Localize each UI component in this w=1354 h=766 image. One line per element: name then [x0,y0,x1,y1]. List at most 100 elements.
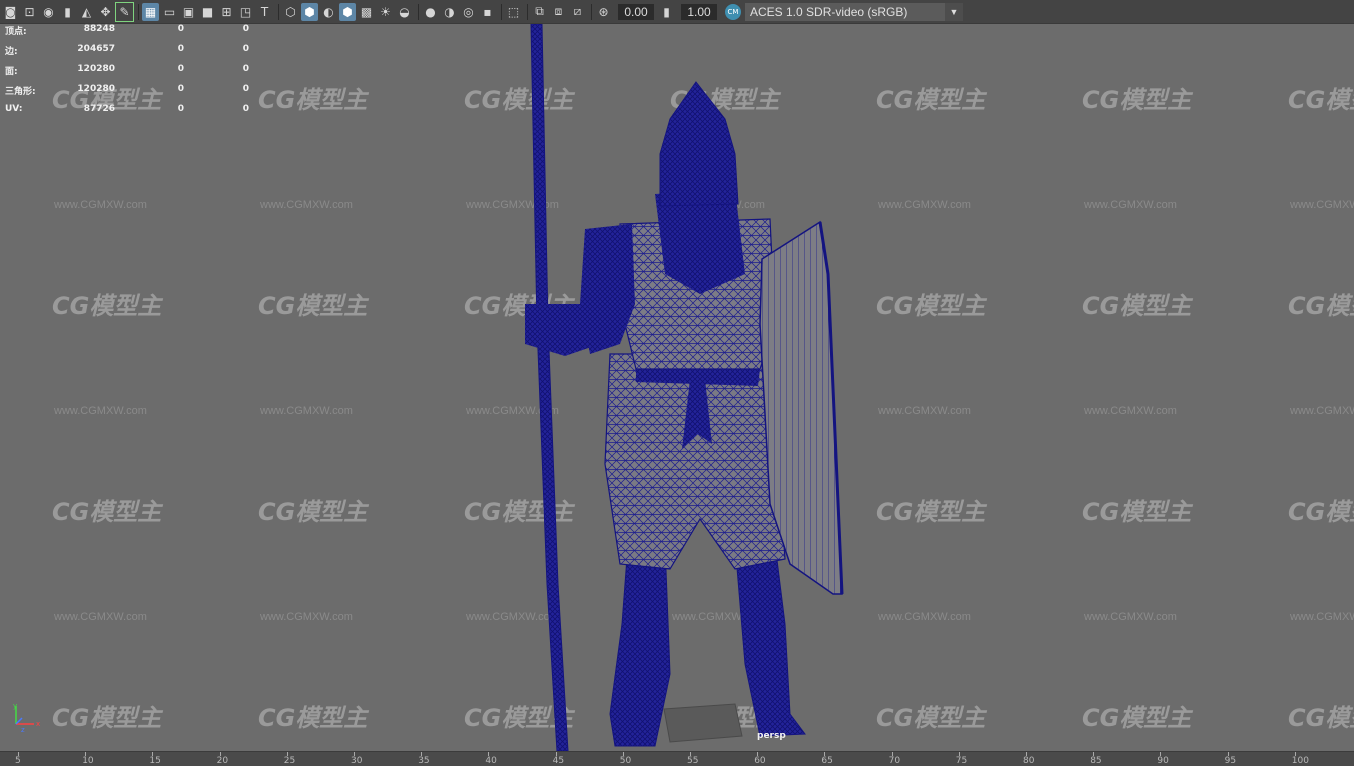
panel-toolbar: ◙ ⊡ ◉ ▮ ◭ ✥ ✎ ▦ ▭ ▣ ■ ⊞ ◳ T ⬡ ⬢ ◐ ⬢ ▩ ☀ … [0,0,1354,24]
wireframe-icon[interactable]: ⬡ [282,3,299,21]
camera-select-icon[interactable]: ◙ [2,3,19,21]
axis-z-icon [15,717,23,725]
timeline-tick-label: 5 [15,756,21,766]
gamma-reset-icon[interactable]: ▮ [658,3,675,21]
shadows-icon[interactable]: ◒ [396,3,413,21]
exposure-field[interactable]: 0.00 [618,3,654,20]
gamma-field[interactable]: 1.00 [681,3,717,20]
timeline-tick-label: 35 [418,756,430,766]
poly-count-hud: 顶点: 88248 0 0 边: 204657 0 0 面: 120280 0 0 三角形: 120280… [5,24,265,124]
wireframe-on-shaded-icon[interactable]: ⬢ [339,2,356,21]
left-hand [525,304,600,356]
timeline-tick-label: 100 [1291,756,1309,766]
hud-label: 边: [5,47,18,57]
timeline-tick-label: 50 [619,756,632,766]
timeline-tick-label: 90 [1157,756,1169,766]
timeline-tick-label: 60 [754,756,766,766]
color-management-icon[interactable]: CM [725,3,741,20]
hud-row: 边: 204657 0 0 [5,44,265,64]
hud-value: 0 [177,104,184,114]
hud-row: UV: 87726 0 0 [5,104,265,124]
time-slider[interactable]: 5 10 15 20 25 30 35 40 45 50 55 60 65 70 75 80 85 90 95 100 [0,751,1354,766]
isolate-select-icon[interactable]: ⬚ [505,3,522,21]
timeline-tick-label: 20 [216,756,229,766]
chevron-down-icon[interactable]: ▼ [945,2,963,21]
field-chart-icon[interactable]: ⊞ [218,3,235,21]
timeline-tick-label: 80 [1023,756,1035,766]
timeline-tick-label: 40 [485,756,497,766]
safe-action-icon[interactable]: ◳ [237,3,254,21]
safe-title-icon[interactable]: T [256,3,273,21]
timeline-tick-label: 45 [552,756,565,766]
gate-mask-icon[interactable]: ■ [199,3,216,21]
timeline-tick-label: 15 [149,756,161,766]
hud-value: 120280 [77,84,115,94]
timeline-tick-label: 75 [955,756,968,766]
hud-value: 0 [177,64,184,74]
hud-value: 87726 [83,104,115,114]
timeline-tick-label: 95 [1224,756,1237,766]
hud-value: 0 [242,44,249,54]
depth-of-field-icon[interactable]: ▪ [479,3,496,21]
toolbar-separator [501,3,502,20]
ground-shadow [663,703,743,743]
toolbar-separator [591,3,592,20]
hud-label: UV: [5,104,23,114]
timeline-tick-label: 25 [283,756,296,766]
hud-value: 0 [177,84,184,94]
hud-value: 0 [242,24,249,34]
screen-space-ao-icon[interactable]: ● [422,3,439,21]
soldier-wireframe-model[interactable] [0,24,1354,751]
textured-icon[interactable]: ▩ [358,3,375,21]
smooth-shade-icon[interactable]: ⬢ [301,2,318,21]
anti-aliasing-icon[interactable]: ◎ [460,3,477,21]
timeline-tick-label: 65 [821,756,833,766]
use-all-lights-icon[interactable]: ☀ [377,3,394,21]
hud-row: 面: 120280 0 0 [5,64,265,84]
axis-indicator: y x z [13,702,40,734]
resolution-gate-icon[interactable]: ▣ [180,3,197,21]
hud-value: 204657 [77,44,115,54]
timeline-tick-label: 85 [1090,756,1102,766]
film-gate-icon[interactable]: ▭ [161,3,178,21]
spear-shaft [530,24,569,751]
toolbar-separator [418,3,419,20]
grease-pencil-icon[interactable]: ✎ [115,1,134,22]
hud-row: 三角形: 120280 0 0 [5,84,265,104]
hud-value: 88248 [83,24,115,34]
view-transform-dropdown[interactable]: ACES 1.0 SDR-video (sRGB) ▼ [745,2,963,21]
hud-row: 顶点: 88248 0 0 [5,24,265,44]
hud-value: 0 [177,44,184,54]
axis-z-label: z [21,726,25,734]
hud-value: 0 [242,84,249,94]
motion-blur-icon[interactable]: ◑ [441,3,458,21]
timeline-tick-label: 70 [888,756,901,766]
exposure-reset-icon[interactable]: ⊛ [595,3,612,21]
timeline-tick-label: 30 [351,756,363,766]
camera-attributes-icon[interactable]: ◉ [40,3,57,21]
perspective-viewport[interactable]: CG模型主 www.CGMXW.com CG模型主 www.CGMXW.com CG模型… [0,24,1354,751]
hud-label: 三角形: [5,87,36,97]
left-leg [609,543,671,747]
timeline-tick-label: 55 [687,756,699,766]
2d-pan-zoom-icon[interactable]: ✥ [97,3,114,21]
xray-icon[interactable]: ⧉ [531,3,548,21]
toolbar-separator [527,3,528,20]
hud-value: 0 [242,104,249,114]
camera-lock-icon[interactable]: ⊡ [21,3,38,21]
hud-value: 0 [242,64,249,74]
maya-viewport-panel: ◙ ⊡ ◉ ▮ ◭ ✥ ✎ ▦ ▭ ▣ ■ ⊞ ◳ T ⬡ ⬢ ◐ ⬢ ▩ ☀ … [0,0,1354,766]
use-default-material-icon[interactable]: ◐ [320,3,337,21]
axis-y-label: y [13,702,17,710]
image-plane-icon[interactable]: ◭ [78,3,95,21]
bookmark-icon[interactable]: ▮ [59,3,76,21]
camera-name-label: persp [757,731,786,741]
hud-label: 顶点: [5,27,27,37]
helmet [659,81,739,207]
hud-value: 0 [177,24,184,34]
grid-icon[interactable]: ▦ [142,2,159,21]
xray-joints-icon[interactable]: ⧈ [550,3,567,21]
xray-components-icon[interactable]: ⧄ [569,3,586,21]
toolbar-separator [138,3,139,20]
view-transform-value: ACES 1.0 SDR-video (sRGB) [750,4,908,19]
